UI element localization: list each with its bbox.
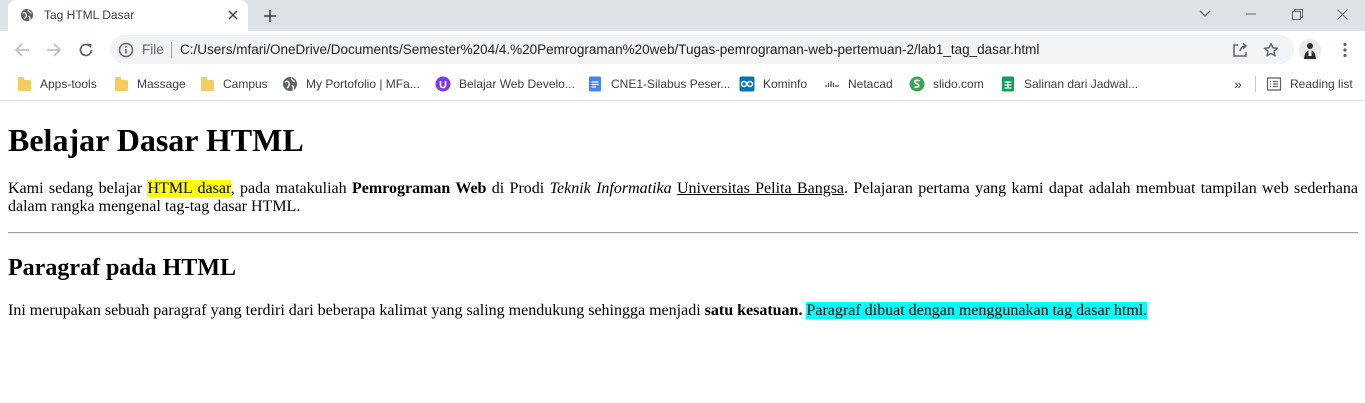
- bookmark-label: My Portofolio | MFa...: [306, 77, 420, 91]
- folder-icon: [16, 76, 32, 92]
- new-tab-button[interactable]: [259, 5, 281, 27]
- tab-strip: Tag HTML Dasar: [0, 0, 1365, 31]
- docs-icon: [589, 76, 601, 92]
- bookmarks-bar: Apps-tools Massage Campus My Portofolio …: [0, 68, 1365, 101]
- browser-toolbar: File C:/Users/mfari/OneDrive/Documents/S…: [0, 31, 1365, 68]
- underlined-text: Universitas Pelita Bangsa: [676, 180, 845, 197]
- more-bookmarks-button[interactable]: »: [1234, 74, 1242, 94]
- bold-text: satu kesatuan.: [704, 302, 803, 319]
- reading-list-icon: [1266, 77, 1282, 91]
- section-heading: Paragraf pada HTML: [8, 255, 236, 281]
- bookmark-cne1-silabus[interactable]: CNE1-Silabus Peser...: [587, 74, 730, 94]
- slido-icon: [909, 76, 925, 92]
- bookmark-label: slido.com: [933, 77, 984, 91]
- chevron-down-icon: [1199, 10, 1211, 17]
- info-icon[interactable]: [118, 42, 134, 58]
- bookmark-label: Campus: [223, 77, 268, 91]
- forward-button[interactable]: [42, 38, 66, 62]
- bookmark-massage[interactable]: Massage: [113, 74, 186, 94]
- bookmarks-divider: [1255, 76, 1256, 92]
- bookmark-apps-tools[interactable]: Apps-tools: [16, 74, 97, 94]
- share-icon: [1233, 42, 1248, 57]
- bookmark-portofolio[interactable]: My Portofolio | MFa...: [282, 74, 420, 94]
- bookmark-kominfo[interactable]: Kominfo: [739, 74, 807, 94]
- tab-title: Tag HTML Dasar: [44, 8, 135, 22]
- bookmark-belajar-web[interactable]: Belajar Web Develo...: [435, 74, 575, 94]
- share-button[interactable]: [1230, 40, 1250, 60]
- highlighted-text: HTML dasar: [147, 180, 231, 197]
- bookmark-netacad[interactable]: Netacad: [824, 74, 893, 94]
- globe-icon: [20, 8, 34, 22]
- browser-tab[interactable]: Tag HTML Dasar: [8, 0, 248, 31]
- close-tab-icon[interactable]: [224, 6, 242, 24]
- bookmark-label: Salinan dari Jadwal...: [1024, 77, 1139, 91]
- cisco-icon: [825, 81, 839, 87]
- minimize-icon: [1246, 13, 1256, 15]
- address-bar[interactable]: File C:/Users/mfari/OneDrive/Documents/S…: [110, 35, 1294, 64]
- bookmark-slido[interactable]: slido.com: [909, 74, 984, 94]
- bold-text: Pemrograman Web: [351, 180, 487, 197]
- purple-circle-icon: [435, 76, 451, 92]
- close-icon: [1336, 8, 1348, 20]
- reading-list-label: Reading list: [1290, 77, 1353, 91]
- url-text[interactable]: C:/Users/mfari/OneDrive/Documents/Semest…: [180, 42, 1039, 57]
- italic-text: Teknik Informatika: [549, 180, 672, 197]
- intro-paragraph: Kami sedang belajar HTML dasar, pada mat…: [8, 180, 1358, 215]
- plus-icon: [264, 10, 276, 22]
- bookmark-label: Belajar Web Develo...: [459, 77, 575, 91]
- reload-button[interactable]: [74, 38, 98, 62]
- reload-icon: [79, 43, 93, 57]
- paragraph-section: Ini merupakan sebuah paragraf yang terdi…: [8, 302, 1148, 319]
- kebab-menu-icon: [1343, 42, 1347, 58]
- arrow-right-icon: [47, 43, 62, 57]
- folder-icon: [199, 76, 215, 92]
- minimize-button[interactable]: [1228, 0, 1274, 28]
- globe-icon: [283, 77, 297, 91]
- restore-icon: [1291, 8, 1303, 20]
- page-content: Belajar Dasar HTML Kami sedang belajar H…: [8, 101, 1358, 336]
- bookmark-label: Kominfo: [763, 77, 808, 91]
- bookmark-label: Massage: [137, 77, 186, 91]
- reading-list-button[interactable]: Reading list: [1266, 74, 1353, 94]
- restore-button[interactable]: [1274, 0, 1320, 28]
- bookmark-label: CNE1-Silabus Peser...: [611, 77, 731, 91]
- star-icon: [1263, 42, 1279, 57]
- bookmark-salinan-jadwal[interactable]: Salinan dari Jadwal...: [1000, 74, 1138, 94]
- tab-search-button[interactable]: [1182, 0, 1228, 28]
- horizontal-rule: [8, 232, 1358, 234]
- arrow-left-icon: [14, 43, 29, 57]
- url-divider: [171, 42, 172, 58]
- highlighted-text: Paragraf dibuat dengan menggunakan tag d…: [806, 302, 1148, 319]
- profile-avatar-icon[interactable]: [1299, 39, 1321, 61]
- folder-icon: [113, 76, 129, 92]
- page-heading: Belajar Dasar HTML: [8, 122, 304, 158]
- bookmark-label: Netacad: [848, 77, 893, 91]
- bookmark-star-button[interactable]: [1261, 40, 1281, 60]
- url-scheme: File: [142, 42, 164, 57]
- back-button[interactable]: [10, 38, 34, 62]
- bookmark-label: Apps-tools: [40, 77, 97, 91]
- bookmark-campus[interactable]: Campus: [199, 74, 268, 94]
- browser-menu-button[interactable]: [1335, 39, 1355, 61]
- kominfo-icon: [739, 76, 755, 92]
- sheets-icon: [1002, 76, 1014, 92]
- close-window-button[interactable]: [1319, 0, 1365, 28]
